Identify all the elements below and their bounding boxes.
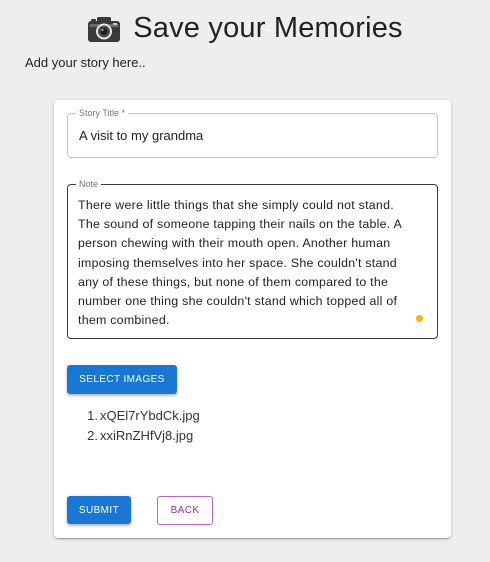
page-subtitle: Add your story here..: [25, 55, 146, 70]
story-title-label: Story Title *: [76, 108, 129, 118]
page-header: Save your Memories: [0, 8, 490, 48]
file-name: xxiRnZHfVj8.jpg: [100, 428, 194, 443]
list-item-index: 1.: [87, 408, 98, 423]
note-field[interactable]: Note There were little things that she s…: [67, 179, 438, 339]
list-item: 1. xQEl7rYbdCk.jpg: [68, 406, 200, 426]
focus-indicator-icon: [416, 315, 423, 322]
camera-icon: [87, 14, 121, 44]
back-button[interactable]: Back: [157, 496, 213, 525]
list-item-index: 2.: [87, 428, 98, 443]
select-images-button[interactable]: Select Images: [67, 365, 177, 394]
story-title-input[interactable]: A visit to my grandma: [79, 128, 203, 143]
file-name: xQEl7rYbdCk.jpg: [100, 408, 200, 423]
list-item: 2. xxiRnZHfVj8.jpg: [68, 426, 200, 446]
story-form-card: Story Title * A visit to my grandma Note…: [54, 100, 451, 538]
selected-files-list: 1. xQEl7rYbdCk.jpg 2. xxiRnZHfVj8.jpg: [68, 406, 200, 446]
story-title-field[interactable]: Story Title * A visit to my grandma: [67, 108, 438, 158]
note-label: Note: [76, 179, 102, 189]
submit-button[interactable]: Submit: [67, 496, 131, 524]
note-textarea[interactable]: There were little things that she simply…: [78, 196, 418, 330]
page-title: Save your Memories: [133, 11, 403, 44]
